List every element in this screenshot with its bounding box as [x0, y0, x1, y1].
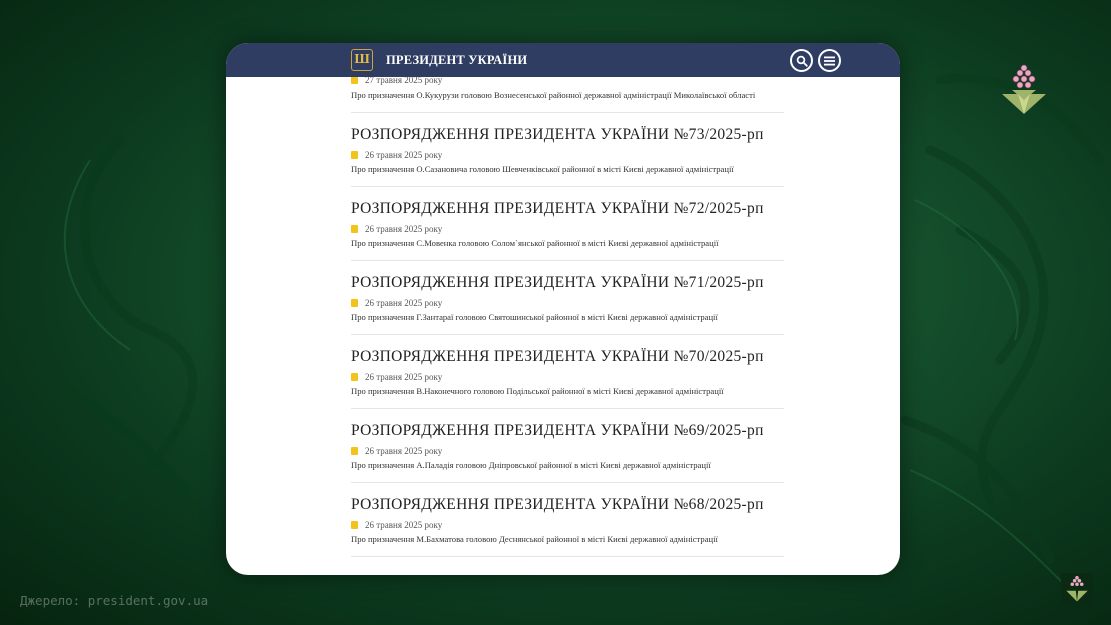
item-title[interactable]: РОЗПОРЯДЖЕННЯ ПРЕЗИДЕНТА УКРАЇНИ №69/202… [351, 422, 764, 440]
search-icon [796, 55, 808, 67]
flower-logo-small-icon [1066, 575, 1088, 602]
item-description[interactable]: Про призначення М.Бахматова головою Десн… [351, 534, 718, 544]
item-title[interactable]: РОЗПОРЯДЖЕННЯ ПРЕЗИДЕНТА УКРАЇНИ №68/202… [351, 496, 764, 514]
item-date: 26 травня 2025 року [365, 224, 443, 234]
item-description[interactable]: Про призначення А.Паладія головою Дніпро… [351, 460, 711, 470]
site-header: Ш ПРЕЗИДЕНТ УКРАЇНИ [226, 43, 900, 77]
item-divider [351, 112, 784, 113]
item-description[interactable]: Про призначення В.Наконечного головою По… [351, 386, 724, 396]
source-caption: Джерело: president.gov.ua [20, 593, 209, 608]
flower-logo-icon [1002, 64, 1046, 114]
document-icon [351, 299, 358, 307]
search-button[interactable] [790, 49, 813, 72]
item-divider [351, 334, 784, 335]
item-date: 26 травня 2025 року [365, 520, 443, 530]
channel-logo [1061, 573, 1093, 605]
document-icon [351, 76, 358, 84]
item-divider [351, 408, 784, 409]
item-description[interactable]: Про призначення С.Мовенка головою Солом`… [351, 238, 719, 248]
item-title[interactable]: РОЗПОРЯДЖЕННЯ ПРЕЗИДЕНТА УКРАЇНИ №73/202… [351, 126, 764, 144]
item-title[interactable]: РОЗПОРЯДЖЕННЯ ПРЕЗИДЕНТА УКРАЇНИ №70/202… [351, 348, 764, 366]
menu-button[interactable] [818, 49, 841, 72]
menu-icon [824, 56, 835, 65]
browser-card: Ш ПРЕЗИДЕНТ УКРАЇНИ 27 травня 2025 року … [226, 43, 900, 575]
item-description[interactable]: Про призначення О.Кукурузи головою Возне… [351, 90, 755, 100]
document-icon [351, 151, 358, 159]
item-divider [351, 186, 784, 187]
item-title[interactable]: РОЗПОРЯДЖЕННЯ ПРЕЗИДЕНТА УКРАЇНИ №71/202… [351, 274, 764, 292]
item-description[interactable]: Про призначення О.Сазановича головою Шев… [351, 164, 734, 174]
item-date: 26 травня 2025 року [365, 372, 443, 382]
document-icon [351, 447, 358, 455]
document-icon [351, 373, 358, 381]
document-icon [351, 225, 358, 233]
item-description[interactable]: Про призначення Г.Зантараї головою Свято… [351, 312, 718, 322]
site-title[interactable]: ПРЕЗИДЕНТ УКРАЇНИ [386, 53, 527, 68]
item-date: 26 травня 2025 року [365, 446, 443, 456]
document-icon [351, 521, 358, 529]
item-divider [351, 482, 784, 483]
item-divider [351, 260, 784, 261]
coat-of-arms-glyph: Ш [354, 52, 370, 67]
item-title[interactable]: РОЗПОРЯДЖЕННЯ ПРЕЗИДЕНТА УКРАЇНИ №72/202… [351, 200, 764, 218]
item-date: 26 травня 2025 року [365, 298, 443, 308]
item-divider [351, 556, 784, 557]
decree-list: 27 травня 2025 року Про призначення О.Ку… [351, 43, 784, 575]
coat-of-arms-icon[interactable]: Ш [351, 49, 373, 71]
item-date: 26 травня 2025 року [365, 150, 443, 160]
